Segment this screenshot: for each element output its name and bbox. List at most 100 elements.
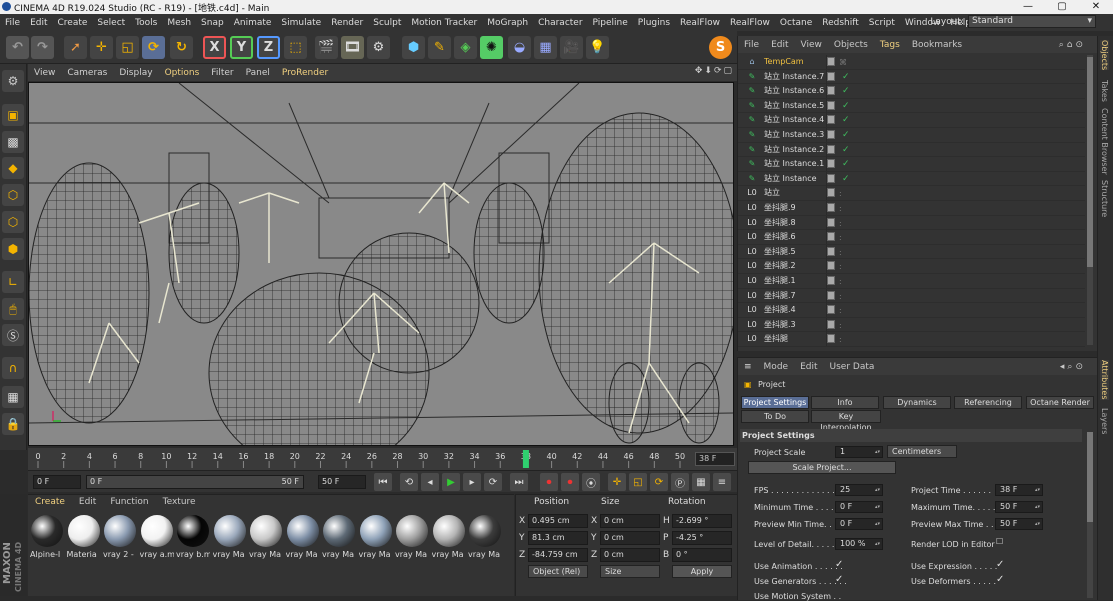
visibility-dots-icon[interactable]: : [839, 202, 842, 216]
object-row[interactable]: ✎ 站立 Instance.5 ✓ [738, 98, 1085, 114]
move-icon[interactable]: ✛ [90, 36, 113, 59]
size-mode-select[interactable]: Size [600, 565, 660, 578]
layer-swatch-icon[interactable] [827, 232, 835, 242]
material-swatch[interactable]: vray a.m [140, 515, 174, 561]
deformer-icon[interactable]: ◒ [508, 36, 531, 59]
key-pla-icon[interactable]: ▦ [692, 473, 710, 491]
render-lod-checkbox[interactable]: ☐ [996, 537, 1003, 546]
visibility-dots-icon[interactable]: : [839, 246, 842, 260]
side-tab-layers[interactable]: Layers [1100, 408, 1109, 434]
menu-motion-tracker[interactable]: Motion Tracker [406, 18, 482, 28]
menu-plugins[interactable]: Plugins [633, 18, 675, 28]
tab-to-do[interactable]: To Do [741, 410, 809, 423]
tab-project-settings[interactable]: Project Settings [741, 396, 809, 409]
menu-tools[interactable]: Tools [130, 18, 162, 28]
current-frame-field[interactable]: 38 F [695, 452, 735, 466]
attr-left-field[interactable]: 25 [835, 484, 883, 496]
visibility-dots-icon[interactable]: : [839, 231, 842, 245]
autokey-icon[interactable]: ⏺ [561, 473, 579, 491]
menu-character[interactable]: Character [533, 18, 587, 28]
camera-icon[interactable]: 🎥 [560, 36, 583, 59]
rot-h-field[interactable]: -2.699 ° [672, 514, 732, 528]
side-tab-objects[interactable]: Objects [1100, 40, 1109, 71]
object-row[interactable]: L0 坐抖腿.8: [738, 215, 1085, 231]
layout-select[interactable]: Standard [968, 15, 1096, 28]
lod-field[interactable]: 100 % [835, 538, 883, 550]
menu-render[interactable]: Render [326, 18, 368, 28]
coordinate-mode-select[interactable]: Object (Rel) [528, 565, 588, 578]
play-icon[interactable]: ▶ [442, 473, 460, 491]
mode-menu-icon[interactable]: ≡ [738, 362, 758, 372]
menu-redshift[interactable]: Redshift [817, 18, 864, 28]
object-row[interactable]: ✎ 站立 Instance.2 ✓ [738, 142, 1085, 158]
layer-swatch-icon[interactable] [827, 276, 835, 285]
object-row[interactable]: L0 坐抖腿: [738, 332, 1085, 347]
pos-y-field[interactable]: 81.3 cm [528, 531, 588, 545]
z-axis-icon[interactable]: Z [257, 36, 280, 59]
size-z-field[interactable]: 0 cm [600, 548, 660, 562]
minimize-button[interactable]: — [1011, 0, 1045, 14]
tab-info[interactable]: Info [811, 396, 879, 409]
menu-file[interactable]: File [0, 18, 25, 28]
attr-left-field[interactable]: 0 F [835, 501, 883, 513]
object-row[interactable]: L0 坐抖腿.5: [738, 244, 1085, 260]
range-slider[interactable]: 0 F 50 F [86, 475, 304, 489]
material-menu-edit[interactable]: Edit [72, 497, 103, 511]
layer-swatch-icon[interactable] [827, 319, 835, 329]
side-tab-structure[interactable]: Structure [1100, 180, 1109, 217]
menu-realflow-2[interactable]: RealFlow [725, 18, 775, 28]
viewport-menu-filter[interactable]: Filter [205, 68, 239, 78]
rotate-icon[interactable]: ⟳ [142, 36, 165, 59]
visibility-dots-icon[interactable]: : [839, 304, 842, 318]
menu-octane[interactable]: Octane [775, 18, 817, 28]
material-swatch[interactable]: vray Ma [213, 515, 247, 561]
menu-create[interactable]: Create [53, 18, 93, 28]
material-swatch[interactable]: vray Ma [286, 515, 320, 561]
layer-swatch-icon[interactable] [827, 130, 835, 139]
material-menu-texture[interactable]: Texture [156, 497, 203, 511]
material-swatch[interactable]: vray Ma [249, 515, 283, 561]
rot-b-field[interactable]: 0 ° [672, 548, 732, 562]
menu-mograph[interactable]: MoGraph [482, 18, 533, 28]
timeline-menu-icon[interactable]: ≡ [713, 473, 731, 491]
enabled-check-icon[interactable]: ✓ [842, 113, 850, 127]
next-frame-icon[interactable]: ▸ [463, 473, 481, 491]
object-row[interactable]: ✎ 站立 Instance.7 ✓ [738, 69, 1085, 85]
object-menu-bookmarks[interactable]: Bookmarks [906, 40, 968, 50]
enabled-check-icon[interactable]: ✓ [842, 157, 850, 171]
key-rotation-icon[interactable]: ⟳ [650, 473, 668, 491]
viewport-menu-display[interactable]: Display [113, 68, 158, 78]
maximize-button[interactable]: ▢ [1045, 0, 1079, 14]
attribute-scrollbar[interactable] [1087, 432, 1093, 598]
object-row[interactable]: L0 坐抖腿.7: [738, 288, 1085, 304]
menu-sculpt[interactable]: Sculpt [368, 18, 406, 28]
viewport-menu-view[interactable]: View [28, 68, 61, 78]
object-row[interactable]: ✎ 站立 Instance ✓ [738, 171, 1085, 187]
points-mode-icon[interactable]: ⬡ [2, 184, 24, 206]
rot-p-field[interactable]: -4.25 ° [672, 531, 732, 545]
rotate-alt-icon[interactable]: ↻ [170, 36, 193, 59]
menu-select[interactable]: Select [92, 18, 130, 28]
attr-menu-mode[interactable]: Mode [758, 362, 795, 372]
tab-referencing[interactable]: Referencing [954, 396, 1022, 409]
viewport-menu-options[interactable]: Options [159, 68, 206, 78]
material-swatch[interactable]: vray b.m [176, 515, 210, 561]
render-view-icon[interactable]: 🎬 [315, 36, 338, 59]
visibility-dots-icon[interactable]: : [839, 260, 842, 274]
layer-swatch-icon[interactable] [827, 159, 835, 169]
subdivision-icon[interactable]: ◈ [454, 36, 477, 59]
side-tab-attributes[interactable]: Attributes [1100, 360, 1109, 400]
tweak-mode-icon[interactable]: 🖱 [2, 298, 24, 320]
object-row[interactable]: ✎ 站立 Instance.1 ✓ [738, 157, 1085, 172]
coordinate-system-icon[interactable]: ⬚ [284, 36, 307, 59]
menu-snap[interactable]: Snap [196, 18, 229, 28]
axis-mode-icon[interactable]: ∟ [2, 271, 24, 293]
object-row[interactable]: L0 坐抖腿.2: [738, 259, 1085, 274]
size-x-field[interactable]: 0 cm [600, 514, 660, 528]
use-animation-checkbox[interactable]: ✓ [835, 559, 843, 570]
end-frame-field[interactable]: 50 F [318, 475, 366, 489]
layer-swatch-icon[interactable] [827, 71, 835, 81]
3d-viewport[interactable] [28, 82, 734, 446]
live-select-icon[interactable]: ➚ [64, 36, 87, 59]
attr-right-field[interactable]: 50 F [995, 518, 1043, 530]
